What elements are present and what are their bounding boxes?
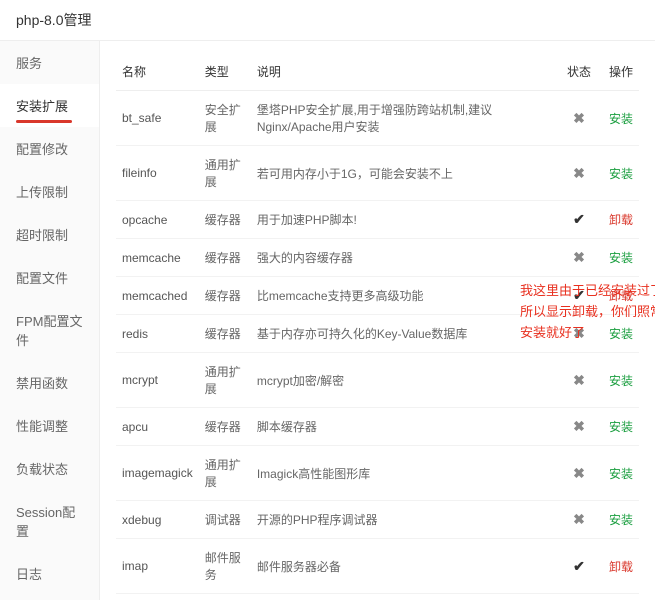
sidebar-item-3[interactable]: 上传限制 [0,170,99,213]
ext-desc: 用于加速PHP脚本! [251,201,559,239]
ext-type: 通用扩展 [199,446,251,501]
ext-name: redis [116,315,199,353]
status-icon: ✖ [559,239,599,277]
ext-desc: 比memcache支持更多高级功能 [251,277,559,315]
ext-desc: Imagick高性能图形库 [251,446,559,501]
action-install[interactable]: 安装 [599,408,639,446]
sidebar: 服务安装扩展配置修改上传限制超时限制配置文件FPM配置文件禁用函数性能调整负载状… [0,41,100,600]
table-row: bt_safe安全扩展堡塔PHP安全扩展,用于增强防跨站机制,建议Nginx/A… [116,91,639,146]
ext-name: mcrypt [116,353,199,408]
ext-type: 邮件服务 [199,539,251,594]
ext-name: imagemagick [116,446,199,501]
table-row: apcu缓存器脚本缓存器✖安装 [116,408,639,446]
action-install[interactable]: 安装 [599,91,639,146]
ext-name: bt_safe [116,91,199,146]
status-icon: ✖ [559,446,599,501]
ext-name: fileinfo [116,146,199,201]
status-icon: ✔ [559,277,599,315]
sidebar-item-8[interactable]: 性能调整 [0,404,99,447]
table-row: imap邮件服务邮件服务器必备✔卸载 [116,539,639,594]
col-status: 状态 [559,53,599,91]
action-install[interactable]: 安装 [599,501,639,539]
sidebar-item-5[interactable]: 配置文件 [0,256,99,299]
ext-name: imap [116,539,199,594]
sidebar-item-2[interactable]: 配置修改 [0,127,99,170]
ext-desc: 开源的PHP程序调试器 [251,501,559,539]
action-install[interactable]: 安装 [599,146,639,201]
table-row: xdebug调试器开源的PHP程序调试器✖安装 [116,501,639,539]
table-row: memcache缓存器强大的内容缓存器✖安装 [116,239,639,277]
ext-type: 缓存器 [199,201,251,239]
status-icon: ✖ [559,501,599,539]
sidebar-item-10[interactable]: Session配置 [0,490,99,552]
main-panel: 名称 类型 说明 状态 操作 bt_safe安全扩展堡塔PHP安全扩展,用于增强… [100,41,655,600]
sidebar-item-9[interactable]: 负载状态 [0,447,99,490]
action-install[interactable]: 安装 [599,315,639,353]
ext-desc: 若可用内存小于1G，可能会安装不上 [251,146,559,201]
action-install[interactable]: 安装 [599,239,639,277]
sidebar-item-11[interactable]: 日志 [0,552,99,595]
ext-type: 缓存器 [199,315,251,353]
status-icon: ✖ [559,353,599,408]
table-row: mcrypt通用扩展mcrypt加密/解密✖安装 [116,353,639,408]
ext-type: 调试器 [199,501,251,539]
action-install[interactable]: 安装 [599,353,639,408]
status-icon: ✖ [559,146,599,201]
ext-desc: 邮件服务器必备 [251,539,559,594]
status-icon: ✖ [559,315,599,353]
status-icon: ✔ [559,539,599,594]
ext-desc: 脚本缓存器 [251,408,559,446]
sidebar-item-4[interactable]: 超时限制 [0,213,99,256]
ext-name: memcache [116,239,199,277]
col-type: 类型 [199,53,251,91]
col-desc: 说明 [251,53,559,91]
action-uninstall[interactable]: 卸载 [599,201,639,239]
ext-type: 缓存器 [199,408,251,446]
ext-desc: 堡塔PHP安全扩展,用于增强防跨站机制,建议Nginx/Apache用户安装 [251,91,559,146]
ext-desc: 强大的内容缓存器 [251,239,559,277]
col-name: 名称 [116,53,199,91]
ext-name: opcache [116,201,199,239]
action-uninstall[interactable]: 卸载 [599,539,639,594]
table-row: memcached缓存器比memcache支持更多高级功能✔卸载 [116,277,639,315]
sidebar-item-7[interactable]: 禁用函数 [0,361,99,404]
action-uninstall[interactable]: 卸载 [599,277,639,315]
table-row: opcache缓存器用于加速PHP脚本!✔卸载 [116,201,639,239]
ext-type: 安全扩展 [199,91,251,146]
page-title: php-8.0管理 [0,0,655,41]
sidebar-item-1[interactable]: 安装扩展 [0,84,99,127]
ext-desc: 基于内存亦可持久化的Key-Value数据库 [251,315,559,353]
status-icon: ✔ [559,201,599,239]
table-row: redis缓存器基于内存亦可持久化的Key-Value数据库✖安装 [116,315,639,353]
ext-name: memcached [116,277,199,315]
extensions-table: 名称 类型 说明 状态 操作 bt_safe安全扩展堡塔PHP安全扩展,用于增强… [116,53,639,594]
table-row: fileinfo通用扩展若可用内存小于1G，可能会安装不上✖安装 [116,146,639,201]
col-action: 操作 [599,53,639,91]
ext-type: 缓存器 [199,277,251,315]
status-icon: ✖ [559,408,599,446]
ext-type: 通用扩展 [199,146,251,201]
sidebar-item-12[interactable]: 慢日志 [0,595,99,600]
sidebar-item-0[interactable]: 服务 [0,41,99,84]
ext-name: xdebug [116,501,199,539]
table-row: imagemagick通用扩展Imagick高性能图形库✖安装 [116,446,639,501]
ext-type: 通用扩展 [199,353,251,408]
action-install[interactable]: 安装 [599,446,639,501]
status-icon: ✖ [559,91,599,146]
ext-type: 缓存器 [199,239,251,277]
ext-desc: mcrypt加密/解密 [251,353,559,408]
ext-name: apcu [116,408,199,446]
sidebar-item-6[interactable]: FPM配置文件 [0,299,99,361]
